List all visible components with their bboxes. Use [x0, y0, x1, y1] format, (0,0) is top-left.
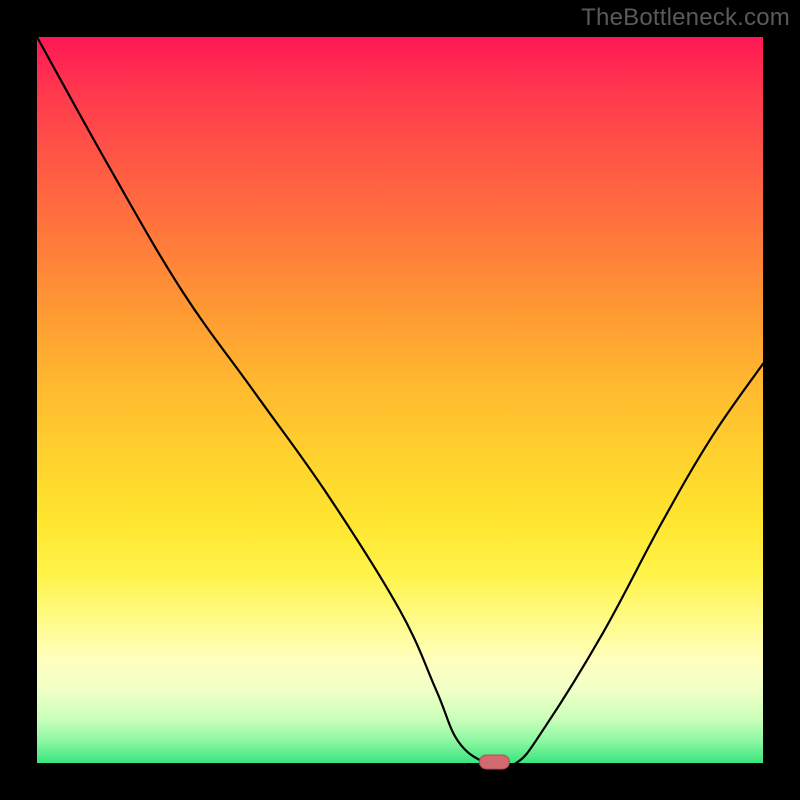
optimal-marker: [479, 755, 509, 769]
watermark-text: TheBottleneck.com: [581, 4, 790, 32]
plot-area: [37, 37, 763, 763]
chart-frame: TheBottleneck.com: [0, 0, 800, 800]
chart-svg: [37, 37, 763, 763]
bottleneck-curve: [37, 37, 763, 767]
